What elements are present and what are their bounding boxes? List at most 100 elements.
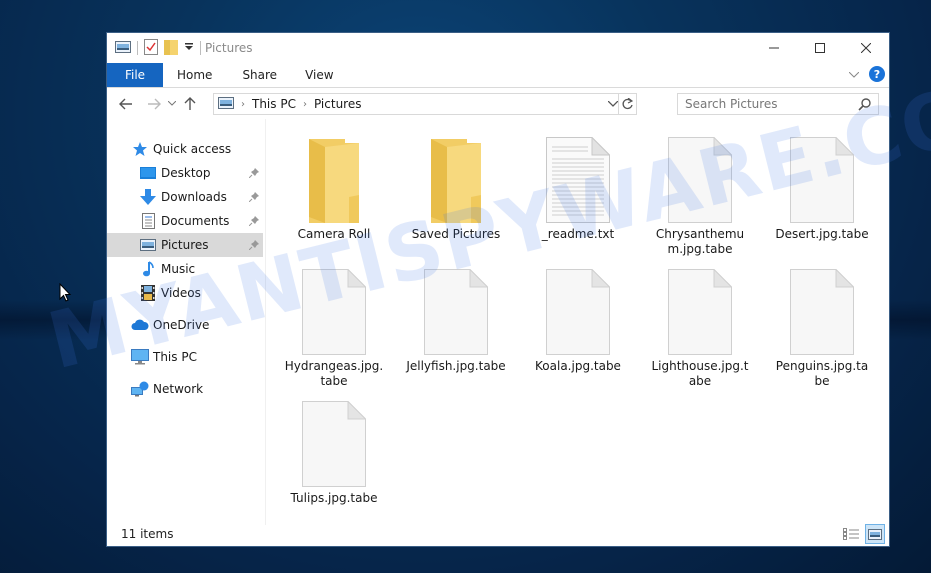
file-name: Jellyfish.jpg.tabe bbox=[406, 359, 506, 373]
sidebar-item-network[interactable]: Network bbox=[131, 377, 261, 401]
file-explorer-window: Pictures File Home Share View ? › This P… bbox=[106, 32, 890, 547]
file-item[interactable]: Koala.jpg.tabe bbox=[518, 265, 638, 395]
pin-icon[interactable] bbox=[248, 215, 259, 229]
file-name: Penguins.jpg.tabe bbox=[775, 359, 869, 388]
back-button[interactable] bbox=[115, 98, 137, 110]
tab-share[interactable]: Share bbox=[230, 63, 295, 87]
file-item[interactable]: Chrysanthemum.jpg.tabe bbox=[640, 133, 760, 263]
search-icon[interactable] bbox=[858, 97, 872, 114]
window-controls bbox=[751, 33, 889, 63]
breadcrumb-separator: › bbox=[302, 98, 307, 110]
music-note-icon bbox=[139, 260, 157, 278]
help-button[interactable]: ? bbox=[869, 66, 885, 82]
minimize-button[interactable] bbox=[751, 33, 797, 63]
large-icons-view-icon bbox=[868, 528, 882, 540]
blank-file-icon bbox=[660, 133, 740, 223]
properties-icon[interactable] bbox=[144, 38, 158, 58]
arrow-up-icon bbox=[184, 97, 196, 110]
sidebar-item-label: Quick access bbox=[153, 142, 232, 156]
file-name: Camera Roll bbox=[297, 227, 371, 241]
refresh-button[interactable] bbox=[618, 94, 636, 114]
desktop-icon bbox=[139, 164, 157, 182]
pin-icon[interactable] bbox=[248, 191, 259, 205]
blank-file-icon bbox=[538, 265, 618, 355]
file-item[interactable]: Hydrangeas.jpg.tabe bbox=[274, 265, 394, 395]
customize-toolbar-icon[interactable] bbox=[184, 41, 194, 55]
separator bbox=[137, 41, 138, 55]
sidebar-item-label: Desktop bbox=[161, 166, 211, 180]
forward-button[interactable] bbox=[143, 98, 165, 110]
file-name: Koala.jpg.tabe bbox=[535, 359, 621, 373]
breadcrumb-pictures[interactable]: Pictures bbox=[314, 97, 362, 111]
up-button[interactable] bbox=[179, 97, 201, 111]
file-item[interactable]: Lighthouse.jpg.tabe bbox=[640, 265, 760, 395]
window-title: Pictures bbox=[205, 41, 253, 55]
pin-icon[interactable] bbox=[248, 167, 259, 181]
file-name: Chrysanthemum.jpg.tabe bbox=[655, 227, 745, 256]
file-name: Desert.jpg.tabe bbox=[775, 227, 869, 241]
navigation-bar: › This PC › Pictures bbox=[107, 89, 889, 119]
sidebar-item-downloads[interactable]: Downloads bbox=[107, 185, 263, 209]
file-name: Lighthouse.jpg.tabe bbox=[651, 359, 749, 388]
arrow-left-icon bbox=[119, 98, 132, 110]
blank-file-icon bbox=[294, 397, 374, 487]
sidebar-item-label: Network bbox=[153, 382, 204, 396]
expand-ribbon-button[interactable] bbox=[848, 67, 860, 81]
sidebar-item-this-pc[interactable]: This PC bbox=[131, 345, 261, 369]
quick-access-toolbar bbox=[107, 38, 201, 58]
close-icon bbox=[861, 43, 871, 53]
address-history-dropdown[interactable] bbox=[608, 94, 618, 114]
close-button[interactable] bbox=[843, 33, 889, 63]
sidebar-item-pictures[interactable]: Pictures bbox=[107, 233, 263, 257]
chevron-down-icon bbox=[608, 101, 618, 107]
file-item[interactable]: Penguins.jpg.tabe bbox=[762, 265, 882, 395]
file-item[interactable]: Tulips.jpg.tabe bbox=[274, 397, 394, 527]
star-icon bbox=[131, 140, 149, 158]
pane-divider[interactable] bbox=[265, 119, 266, 525]
ribbon-right-controls: ? bbox=[848, 66, 885, 82]
file-name: _readme.txt bbox=[541, 227, 615, 241]
blank-file-icon bbox=[660, 265, 740, 355]
sidebar-item-music[interactable]: Music bbox=[107, 257, 263, 281]
large-icons-view-button[interactable] bbox=[865, 524, 885, 544]
arrow-right-icon bbox=[148, 98, 161, 110]
sidebar-item-label: This PC bbox=[153, 350, 197, 364]
sidebar-item-label: Music bbox=[161, 262, 196, 276]
sidebar-item-desktop[interactable]: Desktop bbox=[107, 161, 263, 185]
file-item[interactable]: _readme.txt bbox=[518, 133, 638, 263]
tab-view[interactable]: View bbox=[295, 63, 351, 87]
mouse-cursor-icon bbox=[59, 283, 72, 302]
file-item[interactable]: Saved Pictures bbox=[396, 133, 516, 263]
monitor-icon bbox=[131, 348, 149, 366]
sidebar-item-label: Videos bbox=[161, 286, 201, 300]
new-folder-icon[interactable] bbox=[164, 39, 178, 58]
file-item[interactable]: Jellyfish.jpg.tabe bbox=[396, 265, 516, 395]
folder-icon bbox=[294, 133, 374, 223]
folder-icon bbox=[416, 133, 496, 223]
sidebar-item-documents[interactable]: Documents bbox=[107, 209, 263, 233]
sidebar-item-label: Downloads bbox=[161, 190, 227, 204]
breadcrumb-this-pc[interactable]: This PC bbox=[252, 97, 296, 111]
maximize-button[interactable] bbox=[797, 33, 843, 63]
tab-file[interactable]: File bbox=[107, 63, 163, 87]
sidebar-item-label: Documents bbox=[161, 214, 230, 228]
sidebar-item-videos[interactable]: Videos bbox=[107, 281, 263, 305]
details-view-button[interactable] bbox=[841, 524, 861, 544]
search-input[interactable] bbox=[685, 97, 855, 111]
sidebar-item-onedrive[interactable]: OneDrive bbox=[131, 313, 261, 337]
blank-file-icon bbox=[416, 265, 496, 355]
status-bar: 11 items bbox=[107, 522, 889, 546]
file-item[interactable]: Camera Roll bbox=[274, 133, 394, 263]
file-item[interactable]: Desert.jpg.tabe bbox=[762, 133, 882, 263]
recent-locations-button[interactable] bbox=[165, 101, 179, 107]
pin-icon[interactable] bbox=[248, 239, 259, 253]
address-bar[interactable]: › This PC › Pictures bbox=[213, 93, 637, 115]
title-bar: Pictures bbox=[107, 33, 889, 63]
text-file-icon bbox=[538, 133, 618, 223]
pictures-location-icon bbox=[218, 96, 234, 112]
file-name: Tulips.jpg.tabe bbox=[290, 491, 378, 505]
ribbon-tabs: File Home Share View ? bbox=[107, 63, 889, 88]
pictures-icon bbox=[139, 236, 157, 254]
sidebar-item-quick-access[interactable]: Quick access bbox=[131, 137, 261, 161]
tab-home[interactable]: Home bbox=[163, 63, 230, 87]
